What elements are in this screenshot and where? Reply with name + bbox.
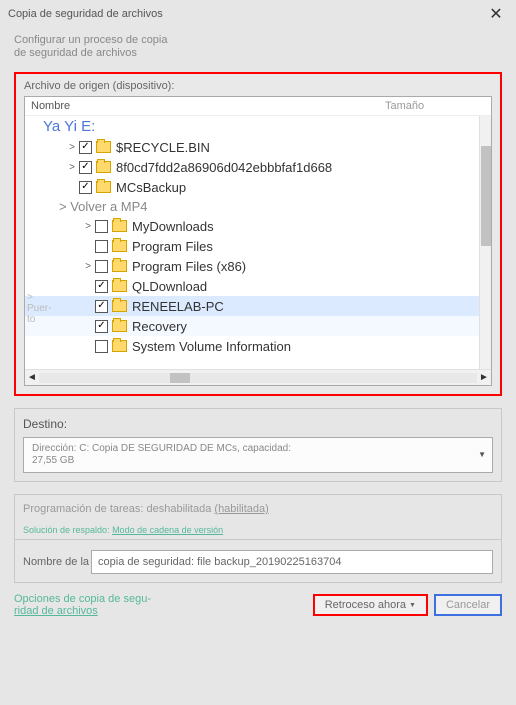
tree-item-label: Program Files (x86) bbox=[132, 259, 246, 274]
tree-checkbox[interactable] bbox=[95, 320, 108, 333]
tree-row[interactable]: > System Volume Information bbox=[25, 336, 479, 356]
expander-icon[interactable]: > bbox=[65, 142, 79, 153]
file-tree-box: Nombre Tamaño Ya Yi E: > $RECYCLE.BIN >8f0c… bbox=[24, 96, 492, 386]
tree-row[interactable]: > Recovery bbox=[25, 316, 479, 336]
destination-panel: Destino: Dirección: C: Copia DE SEGURIDA… bbox=[14, 408, 502, 482]
tree-item-label: System Volume Information bbox=[132, 339, 291, 354]
destination-label: Destino: bbox=[23, 417, 493, 431]
backup-name-label: Nombre de la bbox=[23, 556, 89, 568]
tree-area: Ya Yi E: > $RECYCLE.BIN >8f0cd7fdd2a86906d0… bbox=[25, 116, 491, 369]
tree-row[interactable]: > QLDownload bbox=[25, 276, 479, 296]
close-icon[interactable]: ✕ bbox=[484, 4, 508, 24]
backup-solution-text: Solución de respaldo: Modo de cadena de … bbox=[23, 525, 493, 535]
expander-icon: > bbox=[81, 341, 95, 352]
expander-icon: > bbox=[81, 321, 95, 332]
backup-name-panel: Nombre de la bbox=[14, 539, 502, 583]
horizontal-scroll-thumb[interactable] bbox=[170, 373, 190, 383]
horizontal-scroll-track[interactable] bbox=[39, 373, 477, 383]
vertical-scrollbar[interactable] bbox=[479, 116, 491, 369]
chevron-down-icon: ▼ bbox=[478, 449, 486, 461]
destination-dropdown[interactable]: Dirección: C: Copia DE SEGURIDAD DE MCs,… bbox=[23, 437, 493, 473]
group-label[interactable]: > Volver a MP4 bbox=[25, 197, 479, 216]
footer: Opciones de copia de segu-ridad de archi… bbox=[14, 593, 502, 617]
horizontal-scrollbar[interactable]: ◄ ► bbox=[25, 369, 491, 385]
tree-item-label: Program Files bbox=[132, 239, 213, 254]
folder-icon bbox=[96, 141, 111, 153]
tree-item-label: RENEELAB-PC bbox=[132, 299, 224, 314]
tree-checkbox[interactable] bbox=[95, 220, 108, 233]
folder-icon bbox=[96, 161, 111, 173]
source-panel-label: Archivo de origen (dispositivo): bbox=[24, 80, 492, 92]
folder-icon bbox=[112, 300, 127, 312]
schedule-panel: Programación de tareas: deshabilitada (h… bbox=[14, 494, 502, 539]
column-name[interactable]: Nombre bbox=[31, 100, 385, 112]
drive-label[interactable]: Ya Yi E: bbox=[25, 116, 479, 137]
expander-icon: > bbox=[81, 301, 95, 312]
tree-row[interactable]: > MCsBackup bbox=[25, 177, 479, 197]
tree-checkbox[interactable] bbox=[95, 340, 108, 353]
schedule-enable-link[interactable]: (habilitada) bbox=[214, 503, 268, 515]
tree-row[interactable]: > RENEELAB-PC bbox=[25, 296, 479, 316]
column-size[interactable]: Tamaño bbox=[385, 100, 485, 112]
file-tree[interactable]: Ya Yi E: > $RECYCLE.BIN >8f0cd7fdd2a86906d0… bbox=[25, 116, 479, 369]
tree-checkbox[interactable] bbox=[79, 161, 92, 174]
backup-name-input[interactable] bbox=[91, 550, 493, 574]
expander-icon: > bbox=[65, 182, 79, 193]
tree-row[interactable]: > Program Files (x86) bbox=[25, 256, 479, 276]
expander-icon: > bbox=[81, 241, 95, 252]
tree-item-label: QLDownload bbox=[132, 279, 207, 294]
tree-checkbox[interactable] bbox=[95, 240, 108, 253]
expander-icon: > bbox=[81, 281, 95, 292]
titlebar: Copia de seguridad de archivos ✕ bbox=[0, 0, 516, 28]
backup-wizard-window: Copia de seguridad de archivos ✕ Configu… bbox=[0, 0, 516, 705]
cancel-button[interactable]: Cancelar bbox=[434, 594, 502, 616]
tree-item-label: MCsBackup bbox=[116, 180, 186, 195]
tree-row[interactable]: >8f0cd7fdd2a86906d042ebbbfaf1d668 bbox=[25, 157, 479, 177]
back-now-button[interactable]: Retroceso ahora▼ bbox=[313, 594, 428, 616]
tree-item-label: MyDownloads bbox=[132, 219, 214, 234]
folder-icon bbox=[96, 181, 111, 193]
wizard-subtitle: Configurar un proceso de copiade segurid… bbox=[0, 28, 516, 66]
expander-icon[interactable]: > bbox=[81, 221, 95, 232]
tree-checkbox[interactable] bbox=[79, 181, 92, 194]
folder-icon bbox=[112, 260, 127, 272]
tree-checkbox[interactable] bbox=[79, 141, 92, 154]
folder-icon bbox=[112, 320, 127, 332]
tree-item-label: Recovery bbox=[132, 319, 187, 334]
tree-row[interactable]: > $RECYCLE.BIN bbox=[25, 137, 479, 157]
side-port-label: > Puer-to bbox=[27, 292, 57, 325]
tree-row[interactable]: > MyDownloads bbox=[25, 216, 479, 236]
folder-icon bbox=[112, 340, 127, 352]
expander-icon[interactable]: > bbox=[65, 162, 79, 173]
expander-icon[interactable]: > bbox=[81, 261, 95, 272]
chevron-down-icon: ▼ bbox=[409, 602, 416, 609]
tree-row[interactable]: > Program Files bbox=[25, 236, 479, 256]
backup-options-link[interactable]: Opciones de copia de segu-ridad de archi… bbox=[14, 593, 313, 617]
scrollbar-thumb[interactable] bbox=[481, 146, 491, 246]
solution-mode-link[interactable]: Modo de cadena de versión bbox=[112, 525, 223, 535]
tree-item-label: 8f0cd7fdd2a86906d042ebbbfaf1d668 bbox=[116, 160, 332, 175]
folder-icon bbox=[112, 280, 127, 292]
tree-checkbox[interactable] bbox=[95, 260, 108, 273]
tree-checkbox[interactable] bbox=[95, 300, 108, 313]
window-title: Copia de seguridad de archivos bbox=[8, 8, 484, 20]
tree-item-label: $RECYCLE.BIN bbox=[116, 140, 210, 155]
destination-value: Dirección: C: Copia DE SEGURIDAD DE MCs,… bbox=[32, 443, 291, 466]
source-panel: Archivo de origen (dispositivo): Nombre … bbox=[14, 72, 502, 396]
schedule-text: Programación de tareas: deshabilitada (h… bbox=[23, 503, 493, 515]
file-tree-header: Nombre Tamaño bbox=[25, 97, 491, 116]
scroll-left-icon[interactable]: ◄ bbox=[25, 372, 39, 383]
folder-icon bbox=[112, 240, 127, 252]
tree-checkbox[interactable] bbox=[95, 280, 108, 293]
folder-icon bbox=[112, 220, 127, 232]
scroll-right-icon[interactable]: ► bbox=[477, 372, 491, 383]
